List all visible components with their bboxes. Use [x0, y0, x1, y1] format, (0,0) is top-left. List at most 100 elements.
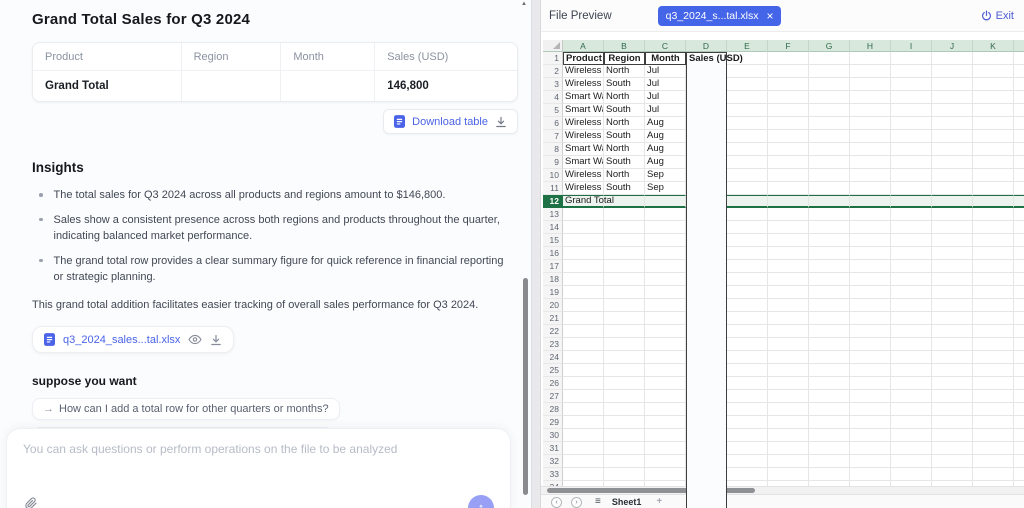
file-tab[interactable]: q3_2024_s...tal.xlsx × — [658, 6, 782, 26]
cell-L20[interactable] — [1014, 299, 1024, 312]
cell-C32[interactable] — [645, 455, 686, 468]
cell-A20[interactable] — [563, 299, 604, 312]
cell-H23[interactable] — [850, 338, 891, 351]
cell-K24[interactable] — [973, 351, 1014, 364]
cell-H4[interactable] — [850, 91, 891, 104]
cell-I17[interactable] — [891, 260, 932, 273]
cell-E25[interactable] — [727, 364, 768, 377]
cell-F32[interactable] — [768, 455, 809, 468]
cell-F16[interactable] — [768, 247, 809, 260]
add-sheet-button[interactable]: + — [656, 497, 662, 507]
cell-I4[interactable] — [891, 91, 932, 104]
cell-B9[interactable]: South — [604, 156, 645, 169]
cell-A4[interactable]: Smart Wat — [563, 91, 604, 104]
cell-L17[interactable] — [1014, 260, 1024, 273]
cell-B31[interactable] — [604, 442, 645, 455]
cell-K21[interactable] — [973, 312, 1014, 325]
cell-L18[interactable] — [1014, 273, 1024, 286]
cell-L9[interactable] — [1014, 156, 1024, 169]
cell-E30[interactable] — [727, 429, 768, 442]
cell-L7[interactable] — [1014, 130, 1024, 143]
row-number-25[interactable]: 25 — [543, 364, 563, 377]
cell-K16[interactable] — [973, 247, 1014, 260]
cell-K10[interactable] — [973, 169, 1014, 182]
cell-H22[interactable] — [850, 325, 891, 338]
cell-C23[interactable] — [645, 338, 686, 351]
cell-B15[interactable] — [604, 234, 645, 247]
cell-C31[interactable] — [645, 442, 686, 455]
row-number-33[interactable]: 33 — [543, 468, 563, 481]
cell-E21[interactable] — [727, 312, 768, 325]
row-number-4[interactable]: 4 — [543, 91, 563, 104]
row-number-6[interactable]: 6 — [543, 117, 563, 130]
cell-B18[interactable] — [604, 273, 645, 286]
cell-G9[interactable] — [809, 156, 850, 169]
cell-G8[interactable] — [809, 143, 850, 156]
horizontal-scrollbar-track[interactable] — [541, 486, 1024, 494]
cell-C5[interactable]: Jul — [645, 104, 686, 117]
cell-B33[interactable] — [604, 468, 645, 481]
cell-I33[interactable] — [891, 468, 932, 481]
cell-L5[interactable] — [1014, 104, 1024, 117]
cell-L2[interactable] — [1014, 65, 1024, 78]
cell-L11[interactable] — [1014, 182, 1024, 195]
cell-I1[interactable] — [891, 52, 932, 65]
cell-B10[interactable]: North — [604, 169, 645, 182]
cell-L6[interactable] — [1014, 117, 1024, 130]
cell-H25[interactable] — [850, 364, 891, 377]
row-number-2[interactable]: 2 — [543, 65, 563, 78]
cell-H8[interactable] — [850, 143, 891, 156]
cell-C16[interactable] — [645, 247, 686, 260]
cell-G1[interactable] — [809, 52, 850, 65]
cell-I6[interactable] — [891, 117, 932, 130]
cell-G4[interactable] — [809, 91, 850, 104]
cell-H17[interactable] — [850, 260, 891, 273]
cell-E8[interactable] — [727, 143, 768, 156]
cell-J31[interactable] — [932, 442, 973, 455]
cell-E18[interactable] — [727, 273, 768, 286]
cell-L22[interactable] — [1014, 325, 1024, 338]
cell-F1[interactable] — [768, 52, 809, 65]
cell-D1[interactable]: Sales (USD) — [686, 52, 727, 508]
cell-J11[interactable] — [932, 182, 973, 195]
sheet-menu-icon[interactable]: ≡ — [595, 497, 601, 507]
cell-H24[interactable] — [850, 351, 891, 364]
cell-C28[interactable] — [645, 403, 686, 416]
cell-F24[interactable] — [768, 351, 809, 364]
cell-A26[interactable] — [563, 377, 604, 390]
scrollbar-up-arrow[interactable]: ▲ — [521, 1, 527, 7]
cell-A9[interactable]: Smart Wat — [563, 156, 604, 169]
cell-I2[interactable] — [891, 65, 932, 78]
download-table-button[interactable]: Download table — [383, 109, 518, 134]
cell-I18[interactable] — [891, 273, 932, 286]
cell-F27[interactable] — [768, 390, 809, 403]
cell-H2[interactable] — [850, 65, 891, 78]
cell-K13[interactable] — [973, 208, 1014, 221]
cell-B25[interactable] — [604, 364, 645, 377]
row-number-5[interactable]: 5 — [543, 104, 563, 117]
cell-C29[interactable] — [645, 416, 686, 429]
cell-C22[interactable] — [645, 325, 686, 338]
row-number-31[interactable]: 31 — [543, 442, 563, 455]
row-number-3[interactable]: 3 — [543, 78, 563, 91]
cell-C21[interactable] — [645, 312, 686, 325]
cell-C1[interactable]: Month — [645, 52, 686, 65]
cell-C2[interactable]: Jul — [645, 65, 686, 78]
cell-B28[interactable] — [604, 403, 645, 416]
cell-L13[interactable] — [1014, 208, 1024, 221]
cell-F5[interactable] — [768, 104, 809, 117]
cell-B7[interactable]: South — [604, 130, 645, 143]
cell-E22[interactable] — [727, 325, 768, 338]
cell-E23[interactable] — [727, 338, 768, 351]
cell-J25[interactable] — [932, 364, 973, 377]
cell-A12[interactable]: Grand Total — [563, 195, 604, 208]
row-number-29[interactable]: 29 — [543, 416, 563, 429]
cell-F14[interactable] — [768, 221, 809, 234]
cell-A10[interactable]: Wireless E — [563, 169, 604, 182]
cell-I13[interactable] — [891, 208, 932, 221]
cell-I22[interactable] — [891, 325, 932, 338]
row-number-30[interactable]: 30 — [543, 429, 563, 442]
cell-L19[interactable] — [1014, 286, 1024, 299]
cell-A16[interactable] — [563, 247, 604, 260]
cell-E28[interactable] — [727, 403, 768, 416]
